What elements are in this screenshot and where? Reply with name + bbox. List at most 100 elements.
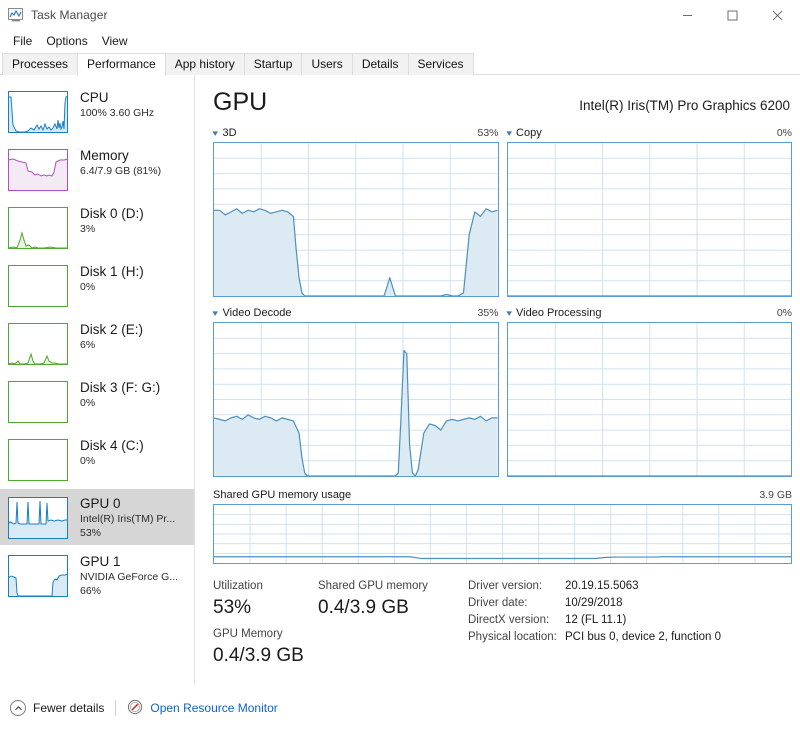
sidebar-item-detail: 6% [80, 339, 96, 351]
chevron-down-icon[interactable]: ▾ [212, 308, 218, 318]
resource-sidebar: CPU 100% 3.60 GHz Memory 6.4/7.9 GB (81%) Di… [0, 75, 195, 685]
fewer-details-label: Fewer details [33, 701, 105, 715]
graph-video-decode[interactable] [213, 322, 499, 477]
chevron-down-icon[interactable]: ▾ [506, 128, 512, 138]
sidebar-item-usage: 53% [80, 527, 102, 539]
menu-view[interactable]: View [95, 31, 135, 51]
tab-details[interactable]: Details [351, 53, 409, 75]
graph-value-video-processing: 0% [776, 307, 792, 319]
driver-info-key: DirectX version: [468, 614, 550, 626]
sidebar-item-text: Disk 0 (D:) 3% [80, 203, 144, 236]
sidebar-item-label: Disk 1 (H:) [80, 264, 144, 279]
tab-startup[interactable]: Startup [243, 53, 303, 75]
sidebar-item-disk-4-c[interactable]: Disk 4 (C:) 0% [0, 431, 194, 487]
graph-cell-video-processing: ▾ Video Processing 0% [506, 307, 792, 477]
sidebar-item-disk-3-f-g[interactable]: Disk 3 (F: G:) 0% [0, 373, 194, 429]
graph-cell-video-decode: ▾ Video Decode 35% [212, 307, 499, 477]
graph-row-top: ▾ 3D 53% ▾ Copy 0% [212, 127, 792, 297]
sidebar-item-text: GPU 0 Intel(R) Iris(TM) Pr... 53% [80, 493, 175, 540]
shared-memory-section: Shared GPU memory usage 3.9 GB [213, 489, 792, 564]
minimize-button[interactable] [665, 0, 710, 30]
sidebar-item-label: Memory [80, 148, 129, 163]
driver-info-key: Driver version: [468, 580, 543, 592]
graph-video-processing[interactable] [506, 322, 792, 477]
driver-info-value: PCI bus 0, device 2, function 0 [565, 631, 721, 643]
chevron-down-icon[interactable]: ▾ [212, 128, 218, 138]
tab-app-history[interactable]: App history [164, 53, 245, 75]
sidebar-item-detail: 3% [80, 223, 96, 235]
graph-copy[interactable] [506, 142, 792, 297]
sidebar-item-label: Disk 2 (E:) [80, 322, 144, 337]
sidebar-item-disk-2-e[interactable]: Disk 2 (E:) 6% [0, 315, 194, 371]
sidebar-item-detail: 0% [80, 397, 96, 409]
shared-memory-title: Shared GPU memory usage [213, 489, 352, 501]
sidebar-thumbnail [8, 497, 68, 539]
driver-info-list: Driver version: 20.19.15.5063 Driver date:… [468, 578, 721, 674]
sidebar-item-label: GPU 1 [80, 554, 121, 569]
graph-cell-3d: ▾ 3D 53% [212, 127, 499, 297]
sidebar-thumbnail [8, 207, 68, 249]
graph-label-3d: ▾ 3D 53% [212, 127, 499, 142]
sidebar-thumbnail [8, 323, 68, 365]
driver-info-value: 12 (FL 11.1) [565, 614, 627, 626]
tab-processes[interactable]: Processes [2, 53, 79, 75]
sidebar-thumbnail [8, 91, 68, 133]
graph-3d[interactable] [213, 142, 499, 297]
sidebar-item-detail: 6.4/7.9 GB (81%) [80, 165, 162, 177]
open-resource-monitor-link[interactable]: Open Resource Monitor [127, 699, 278, 718]
gpu-memory-label: GPU Memory [213, 628, 283, 640]
tab-users[interactable]: Users [301, 53, 353, 75]
graph-label-copy: ▾ Copy 0% [506, 127, 792, 142]
sidebar-item-disk-1-h[interactable]: Disk 1 (H:) 0% [0, 257, 194, 313]
sidebar-item-text: Memory 6.4/7.9 GB (81%) [80, 145, 161, 178]
tab-performance[interactable]: Performance [77, 53, 166, 76]
menu-file[interactable]: File [6, 31, 39, 51]
sidebar-item-text: CPU 100% 3.60 GHz [80, 87, 154, 120]
sidebar-thumbnail [8, 265, 68, 307]
panel-header: GPU Intel(R) Iris(TM) Pro Graphics 6200 [213, 87, 792, 117]
graph-title-copy: Copy [516, 127, 542, 139]
utilization-label: Utilization [213, 580, 263, 592]
sidebar-item-label: Disk 0 (D:) [80, 206, 144, 221]
graph-row-bottom: ▾ Video Decode 35% ▾ Video Processing 0% [212, 307, 792, 477]
sidebar-item-cpu[interactable]: CPU 100% 3.60 GHz [0, 83, 194, 139]
sidebar-item-text: Disk 3 (F: G:) 0% [80, 377, 160, 410]
graph-value-copy: 0% [776, 127, 792, 139]
graph-title-video-processing: Video Processing [516, 307, 602, 319]
title-bar: Task Manager [0, 0, 800, 30]
sidebar-item-detail: 0% [80, 455, 96, 467]
graph-value-3d: 53% [477, 127, 499, 139]
sidebar-item-detail: 100% 3.60 GHz [80, 107, 155, 119]
shared-gpu-memory-label: Shared GPU memory [318, 580, 428, 592]
driver-info-row: Physical location: PCI bus 0, device 2, f… [468, 629, 721, 646]
close-button[interactable] [755, 0, 800, 30]
sidebar-item-text: Disk 4 (C:) 0% [80, 435, 144, 468]
utilization-value: 53% [213, 597, 252, 618]
sidebar-item-gpu-1[interactable]: GPU 1 NVIDIA GeForce G... 66% [0, 547, 194, 603]
sidebar-item-label: Disk 3 (F: G:) [80, 380, 161, 395]
sidebar-item-text: GPU 1 NVIDIA GeForce G... 66% [80, 551, 178, 598]
sidebar-item-text: Disk 1 (H:) 0% [80, 261, 144, 294]
driver-info-row: Driver date: 10/29/2018 [468, 595, 721, 612]
page-title: GPU [213, 88, 268, 116]
sidebar-thumbnail [8, 381, 68, 423]
content-area: CPU 100% 3.60 GHz Memory 6.4/7.9 GB (81%) Di… [0, 75, 800, 685]
sidebar-item-disk-0-d[interactable]: Disk 0 (D:) 3% [0, 199, 194, 255]
sidebar-item-memory[interactable]: Memory 6.4/7.9 GB (81%) [0, 141, 194, 197]
sidebar-item-gpu-0[interactable]: GPU 0 Intel(R) Iris(TM) Pr... 53% [0, 489, 194, 545]
maximize-button[interactable] [710, 0, 755, 30]
menu-options[interactable]: Options [39, 31, 94, 51]
window-controls [665, 0, 800, 30]
driver-info-key: Driver date: [468, 597, 528, 609]
window-title: Task Manager [31, 8, 108, 22]
driver-info-key: Physical location: [468, 631, 557, 643]
stats-section: Utilization 53% GPU Memory 0.4/3.9 GB Sh… [213, 578, 792, 674]
graph-value-video-decode: 35% [477, 307, 499, 319]
graph-cell-copy: ▾ Copy 0% [506, 127, 792, 297]
sidebar-item-label: CPU [80, 90, 109, 105]
chevron-down-icon[interactable]: ▾ [506, 308, 512, 318]
graph-shared-memory[interactable] [213, 504, 792, 564]
fewer-details-button[interactable]: Fewer details [10, 700, 104, 716]
tab-services[interactable]: Services [407, 53, 474, 75]
sidebar-item-detail: Intel(R) Iris(TM) Pr... [80, 513, 176, 525]
